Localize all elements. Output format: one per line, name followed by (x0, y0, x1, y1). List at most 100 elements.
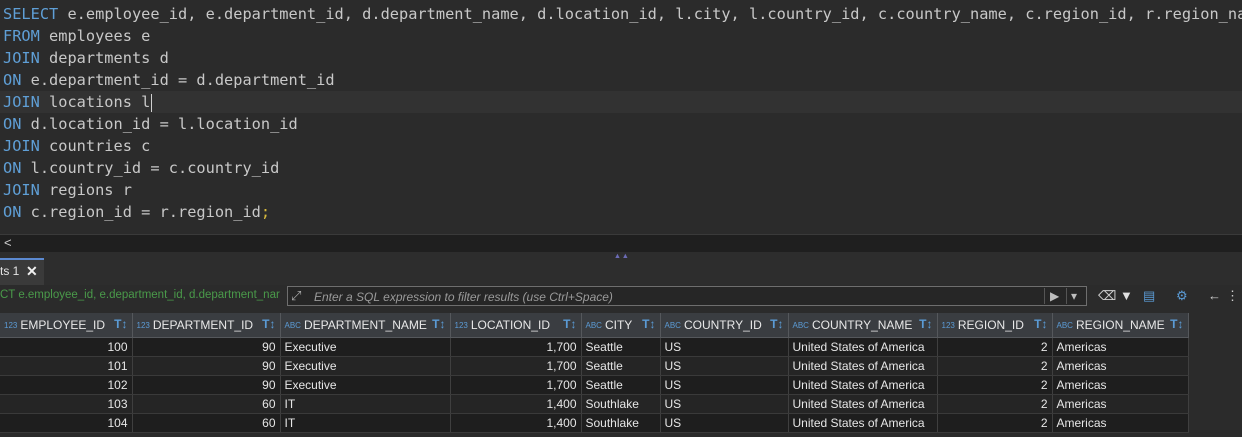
funnel-icon[interactable]: ▼ (1120, 288, 1133, 303)
tab-results-label: ts 1 (0, 264, 20, 278)
sql-keyword: JOIN (3, 93, 40, 111)
sort-filter-icon[interactable]: T↕ (114, 317, 127, 331)
table-cell[interactable]: Seattle (581, 337, 661, 357)
table-cell[interactable]: Seattle (581, 375, 661, 395)
table-cell[interactable]: 90 (132, 337, 281, 357)
table-row[interactable]: 103 60 IT 1,400 Southlake US United States of … (0, 394, 1189, 414)
table-cell[interactable]: 90 (132, 375, 281, 395)
filter-history-icon[interactable]: ▾ (1071, 289, 1077, 303)
sql-editor[interactable]: SELECT e.employee_id, e.department_id, d… (0, 0, 1242, 234)
table-cell[interactable]: 2 (937, 337, 1053, 357)
sort-filter-icon[interactable]: T↕ (770, 317, 783, 331)
filter-input[interactable] (312, 288, 1016, 306)
column-header[interactable]: ABC REGION_NAME T↕ (1052, 313, 1189, 338)
table-cell[interactable]: Americas (1052, 375, 1189, 395)
column-header[interactable]: 123 DEPARTMENT_ID T↕ (132, 313, 281, 338)
column-header[interactable]: ABC CITY T↕ (581, 313, 661, 338)
table-cell[interactable]: Executive (280, 375, 451, 395)
sort-filter-icon[interactable]: T↕ (262, 317, 275, 331)
table-cell[interactable]: Executive (280, 337, 451, 357)
table-cell[interactable]: United States of America (788, 394, 938, 414)
close-icon[interactable]: ✕ (26, 263, 38, 280)
table-row[interactable]: 104 60 IT 1,400 Southlake US United States of … (0, 413, 1189, 433)
table-cell[interactable]: Southlake (581, 394, 661, 414)
code-line[interactable]: ON e.department_id = d.department_id (3, 69, 335, 91)
column-header[interactable]: ABC COUNTRY_NAME T↕ (788, 313, 938, 338)
code-line[interactable]: JOIN regions r (3, 179, 132, 201)
code-line[interactable]: SELECT e.employee_id, e.department_id, d… (3, 3, 1242, 25)
table-row[interactable]: 102 90 Executive 1,700 Seattle US United State… (0, 375, 1189, 395)
table-cell[interactable]: 1,700 (450, 337, 582, 357)
table-cell[interactable]: 104 (0, 413, 133, 433)
editor-horizontal-scrollbar[interactable]: < (0, 234, 1242, 252)
sort-filter-icon[interactable]: T↕ (642, 317, 655, 331)
sort-filter-icon[interactable]: T↕ (1034, 317, 1047, 331)
table-cell[interactable]: 102 (0, 375, 133, 395)
code-line[interactable]: ON c.region_id = r.region_id; (3, 201, 270, 223)
table-row[interactable]: 100 90 Executive 1,700 Seattle US United State… (0, 337, 1189, 357)
result-grid[interactable]: 123 EMPLOYEE_ID T↕ 123 DEPARTMENT_ID T↕ ABC DEP… (0, 313, 1242, 433)
column-header[interactable]: 123 REGION_ID T↕ (937, 313, 1053, 338)
column-header[interactable]: ABC DEPARTMENT_NAME T↕ (280, 313, 451, 338)
table-cell[interactable]: US (660, 394, 789, 414)
column-header-label: COUNTRY_NAME (811, 318, 913, 333)
column-header[interactable]: 123 LOCATION_ID T↕ (450, 313, 582, 338)
table-cell[interactable]: 101 (0, 356, 133, 376)
table-cell[interactable]: United States of America (788, 337, 938, 357)
table-cell[interactable]: 2 (937, 375, 1053, 395)
apply-filter-icon[interactable]: ▶ (1050, 289, 1059, 303)
text-caret (151, 93, 153, 112)
table-cell[interactable]: United States of America (788, 356, 938, 376)
table-cell[interactable]: 2 (937, 413, 1053, 433)
table-row[interactable]: 101 90 Executive 1,700 Seattle US United State… (0, 356, 1189, 376)
table-cell[interactable]: 100 (0, 337, 133, 357)
table-cell[interactable]: Americas (1052, 356, 1189, 376)
panel-icon[interactable]: ▤ (1143, 288, 1155, 304)
table-cell[interactable]: United States of America (788, 375, 938, 395)
column-header-label: REGION_ID (957, 318, 1024, 333)
table-cell[interactable]: Southlake (581, 413, 661, 433)
sort-filter-icon[interactable]: T↕ (563, 317, 576, 331)
table-cell[interactable]: 60 (132, 413, 281, 433)
sort-filter-icon[interactable]: T↕ (919, 317, 932, 331)
scroll-left-icon[interactable]: < (4, 235, 12, 251)
more-icon[interactable]: ⋮ (1226, 288, 1239, 304)
table-cell[interactable]: Americas (1052, 413, 1189, 433)
table-cell[interactable]: United States of America (788, 413, 938, 433)
sql-terminator: ; (260, 203, 271, 221)
table-cell[interactable]: US (660, 337, 789, 357)
column-header[interactable]: ABC COUNTRY_ID T↕ (660, 313, 789, 338)
code-line[interactable]: JOIN locations l (0, 91, 1242, 113)
table-cell[interactable]: Executive (280, 356, 451, 376)
table-cell[interactable]: Seattle (581, 356, 661, 376)
column-header[interactable]: 123 EMPLOYEE_ID T↕ (0, 313, 133, 338)
table-cell[interactable]: 1,400 (450, 394, 582, 414)
table-cell[interactable]: 103 (0, 394, 133, 414)
eraser-icon[interactable]: ⌫ (1098, 288, 1116, 304)
settings-icon[interactable]: ⚙ (1176, 288, 1188, 304)
table-cell[interactable]: 2 (937, 356, 1053, 376)
table-cell[interactable]: Americas (1052, 394, 1189, 414)
table-cell[interactable]: 1,700 (450, 375, 582, 395)
table-cell[interactable]: IT (280, 394, 451, 414)
code-line[interactable]: FROM employees e (3, 25, 150, 47)
table-cell[interactable]: Americas (1052, 337, 1189, 357)
table-cell[interactable]: 1,700 (450, 356, 582, 376)
table-cell[interactable]: US (660, 375, 789, 395)
table-cell[interactable]: 60 (132, 394, 281, 414)
code-line[interactable]: JOIN countries c (3, 135, 150, 157)
arrow-left-icon[interactable]: ← (1208, 288, 1221, 303)
tab-results[interactable]: ts 1 ✕ (0, 258, 44, 285)
sort-filter-icon[interactable]: T↕ (432, 317, 445, 331)
table-cell[interactable]: US (660, 356, 789, 376)
table-cell[interactable]: US (660, 413, 789, 433)
code-line[interactable]: JOIN departments d (3, 47, 169, 69)
code-line[interactable]: ON d.location_id = l.location_id (3, 113, 298, 135)
expand-icon[interactable]: ⤢ (291, 288, 301, 304)
table-cell[interactable]: 1,400 (450, 413, 582, 433)
sort-filter-icon[interactable]: T↕ (1170, 317, 1183, 331)
table-cell[interactable]: IT (280, 413, 451, 433)
table-cell[interactable]: 2 (937, 394, 1053, 414)
table-cell[interactable]: 90 (132, 356, 281, 376)
code-line[interactable]: ON l.country_id = c.country_id (3, 157, 279, 179)
